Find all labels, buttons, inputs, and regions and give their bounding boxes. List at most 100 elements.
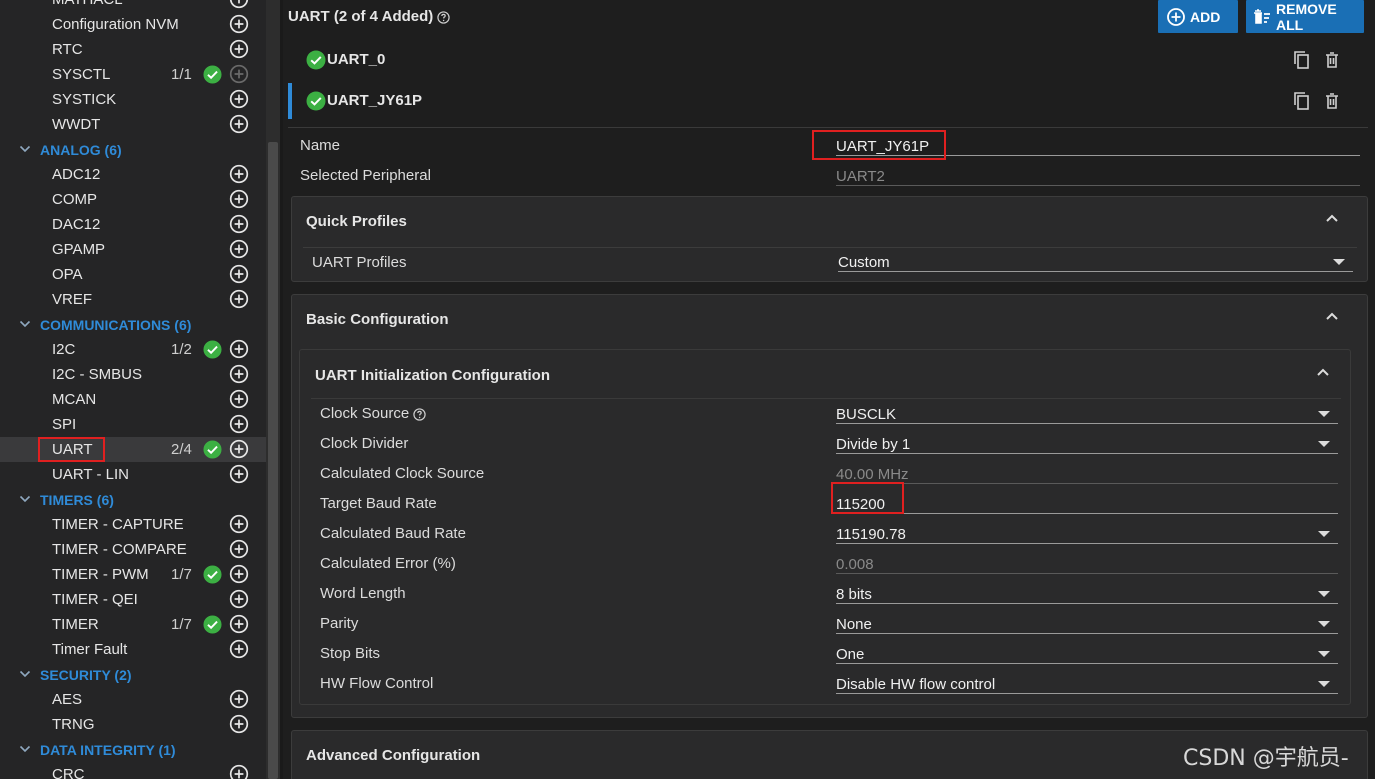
add-circle-icon[interactable] [229,0,249,9]
add-circle-icon[interactable] [229,164,249,184]
copy-icon[interactable] [1291,90,1313,112]
sidebar-item[interactable]: RTC [0,37,266,62]
sidebar-category[interactable]: ANALOG (6) [0,137,266,162]
chevron-down-icon[interactable] [19,143,31,155]
field-input[interactable]: 115200 [836,496,885,513]
field-dropdown[interactable]: BUSCLK [836,406,896,423]
sidebar-item[interactable]: WWDT [0,112,266,137]
copy-icon[interactable] [1291,49,1313,71]
sidebar-category[interactable]: SECURITY (2) [0,662,266,687]
help-icon[interactable] [413,407,426,421]
basic-configuration-title: Basic Configuration [306,311,449,328]
sidebar-item[interactable]: TIMER - QEI [0,587,266,612]
trash-icon[interactable] [1321,90,1343,112]
add-button[interactable]: ADD [1158,0,1238,33]
sidebar-item[interactable]: DAC12 [0,212,266,237]
chevron-up-icon[interactable] [1316,367,1330,377]
sidebar-item[interactable]: MCAN [0,387,266,412]
sidebar-item[interactable]: CRC [0,762,266,779]
add-circle-icon[interactable] [229,64,249,84]
trash-icon[interactable] [1321,49,1343,71]
sidebar-item[interactable]: TIMER - COMPARE [0,537,266,562]
instance-row-uart-jy61p[interactable]: UART_JY61P [288,81,1368,121]
sidebar-item[interactable]: SYSTICK [0,87,266,112]
dropdown-arrow-icon[interactable] [1333,259,1345,265]
sidebar-item[interactable]: COMP [0,187,266,212]
add-circle-icon[interactable] [229,389,249,409]
add-circle-icon[interactable] [229,464,249,484]
add-circle-icon[interactable] [229,514,249,534]
add-circle-icon[interactable] [229,689,249,709]
sidebar-item[interactable]: AES [0,687,266,712]
sidebar-category[interactable]: COMMUNICATIONS (6) [0,312,266,337]
sidebar-item[interactable]: SPI [0,412,266,437]
remove-all-button[interactable]: REMOVE ALL [1246,0,1364,33]
add-circle-icon[interactable] [229,639,249,659]
add-circle-icon[interactable] [229,239,249,259]
add-circle-icon[interactable] [229,39,249,59]
chevron-down-icon[interactable] [19,493,31,505]
add-circle-icon[interactable] [229,214,249,234]
dropdown-arrow-icon[interactable] [1318,681,1330,687]
dropdown-arrow-icon[interactable] [1318,531,1330,537]
add-circle-icon[interactable] [229,589,249,609]
add-circle-icon[interactable] [229,539,249,559]
sidebar-category[interactable]: DATA INTEGRITY (1) [0,737,266,762]
dropdown-arrow-icon[interactable] [1318,441,1330,447]
instance-row-uart-0[interactable]: UART_0 [288,40,1368,80]
sidebar-item[interactable]: I2C 1/2 [0,337,266,362]
sidebar-item[interactable]: SYSCTL 1/1 [0,62,266,87]
field-dropdown[interactable]: Disable HW flow control [836,676,995,693]
add-circle-icon[interactable] [229,764,249,779]
dropdown-arrow-icon[interactable] [1318,591,1330,597]
chevron-up-icon[interactable] [1325,311,1339,321]
name-input[interactable]: UART_JY61P [836,138,929,155]
sidebar-item[interactable]: TIMER 1/7 [0,612,266,637]
add-circle-icon[interactable] [229,339,249,359]
sidebar-item[interactable]: VREF [0,287,266,312]
sidebar-item[interactable]: TIMER - PWM 1/7 [0,562,266,587]
help-icon[interactable] [437,10,450,24]
add-circle-icon[interactable] [229,89,249,109]
sidebar-scrollbar-thumb[interactable] [268,142,278,779]
sidebar-item[interactable]: GPAMP [0,237,266,262]
sidebar-item[interactable]: I2C - SMBUS [0,362,266,387]
sidebar-item[interactable]: Timer Fault [0,637,266,662]
add-circle-icon[interactable] [229,414,249,434]
add-circle-icon[interactable] [229,14,249,34]
sidebar-item[interactable]: Configuration NVM [0,12,266,37]
chevron-down-icon[interactable] [19,668,31,680]
dropdown-arrow-icon[interactable] [1318,651,1330,657]
uart-profiles-dropdown[interactable]: Custom [838,254,890,271]
field-dropdown[interactable]: None [836,616,872,633]
chevron-down-icon[interactable] [19,743,31,755]
add-circle-icon[interactable] [229,564,249,584]
field-dropdown[interactable]: One [836,646,864,663]
chevron-down-icon[interactable] [19,318,31,330]
field-dropdown[interactable]: Divide by 1 [836,436,910,453]
sidebar-item[interactable]: TIMER - CAPTURE [0,512,266,537]
sidebar-item[interactable]: TRNG [0,712,266,737]
chevron-up-icon[interactable] [1325,213,1339,223]
add-circle-icon[interactable] [229,364,249,384]
add-circle-icon[interactable] [229,289,249,309]
sidebar-item[interactable]: MATHACL [0,0,266,12]
add-circle-icon[interactable] [229,189,249,209]
add-circle-icon[interactable] [229,439,249,459]
dropdown-arrow-icon[interactable] [1318,411,1330,417]
field-dropdown[interactable]: 8 bits [836,586,872,603]
sidebar-category[interactable]: TIMERS (6) [0,487,266,512]
sidebar-item[interactable]: ADC12 [0,162,266,187]
add-circle-icon[interactable] [229,114,249,134]
add-circle-icon[interactable] [229,714,249,734]
sidebar-item[interactable]: OPA [0,262,266,287]
field-label: Calculated Error (%) [320,555,456,572]
field-dropdown[interactable]: 115190.78 [836,526,906,543]
sidebar-item[interactable]: UART - LIN [0,462,266,487]
add-circle-icon[interactable] [229,264,249,284]
dropdown-arrow-icon[interactable] [1318,621,1330,627]
add-circle-icon[interactable] [229,614,249,634]
field-label-text: Target Baud Rate [320,495,437,512]
sidebar-item-label: TRNG [52,716,95,733]
sidebar-item[interactable]: UART 2/4 [0,437,266,462]
